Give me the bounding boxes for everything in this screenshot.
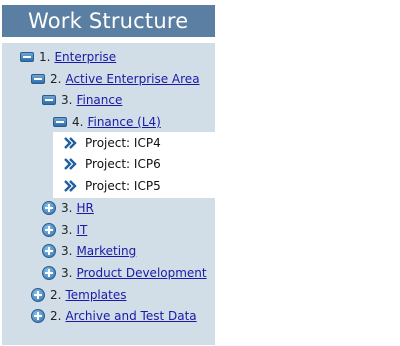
tree-node-templates: 2. Templates (31, 285, 126, 305)
expand-icon[interactable] (42, 244, 56, 258)
node-number: 2. (50, 72, 62, 86)
tree-node-it: 3. IT (42, 220, 87, 240)
collapse-icon[interactable] (42, 95, 56, 105)
node-link-hr[interactable]: HR (76, 201, 93, 215)
node-link-finance-l4[interactable]: Finance (L4) (87, 115, 160, 129)
chevron-right-icon (63, 158, 77, 170)
node-link-marketing[interactable]: Marketing (76, 244, 136, 258)
node-link-product-development[interactable]: Product Development (76, 266, 206, 280)
expand-icon[interactable] (42, 266, 56, 280)
expand-icon[interactable] (31, 288, 45, 302)
tree-node-active-enterprise-area: 2. Active Enterprise Area (31, 69, 200, 89)
node-link-finance[interactable]: Finance (76, 93, 122, 107)
project-label: Project: ICP6 (85, 157, 161, 171)
node-number: 2. (50, 288, 62, 302)
tree-node-marketing: 3. Marketing (42, 241, 136, 261)
node-number: 3. (61, 93, 73, 107)
node-link-templates[interactable]: Templates (65, 288, 126, 302)
node-number: 3. (61, 201, 73, 215)
tree-node-project[interactable]: Project: ICP4 (63, 133, 161, 153)
node-number: 3. (61, 223, 73, 237)
node-link-archive-and-test-data[interactable]: Archive and Test Data (65, 309, 196, 323)
page-title: Work Structure (2, 5, 215, 37)
collapse-icon[interactable] (20, 52, 34, 62)
expand-icon[interactable] (42, 223, 56, 237)
project-label: Project: ICP5 (85, 179, 161, 193)
node-link-enterprise[interactable]: Enterprise (54, 50, 116, 64)
expand-icon[interactable] (31, 309, 45, 323)
node-number: 1. (39, 50, 51, 64)
chevron-right-icon (63, 137, 77, 149)
node-number: 2. (50, 309, 62, 323)
tree-node-finance-l4: 4. Finance (L4) (53, 112, 161, 132)
tree-node-project[interactable]: Project: ICP5 (63, 176, 161, 196)
tree-node-project[interactable]: Project: ICP6 (63, 154, 161, 174)
node-number: 3. (61, 266, 73, 280)
chevron-right-icon (63, 180, 77, 192)
expand-icon[interactable] (42, 201, 56, 215)
node-number: 3. (61, 244, 73, 258)
tree-node-archive-and-test-data: 2. Archive and Test Data (31, 306, 197, 326)
node-number: 4. (72, 115, 84, 129)
collapse-icon[interactable] (31, 74, 45, 84)
node-link-active-enterprise-area[interactable]: Active Enterprise Area (65, 72, 199, 86)
tree-node-hr: 3. HR (42, 198, 94, 218)
collapse-icon[interactable] (53, 117, 67, 127)
project-label: Project: ICP4 (85, 136, 161, 150)
tree-node-product-development: 3. Product Development (42, 263, 207, 283)
tree-node-enterprise: 1. Enterprise (20, 47, 116, 67)
node-link-it[interactable]: IT (76, 223, 87, 237)
tree-node-finance: 3. Finance (42, 90, 122, 110)
